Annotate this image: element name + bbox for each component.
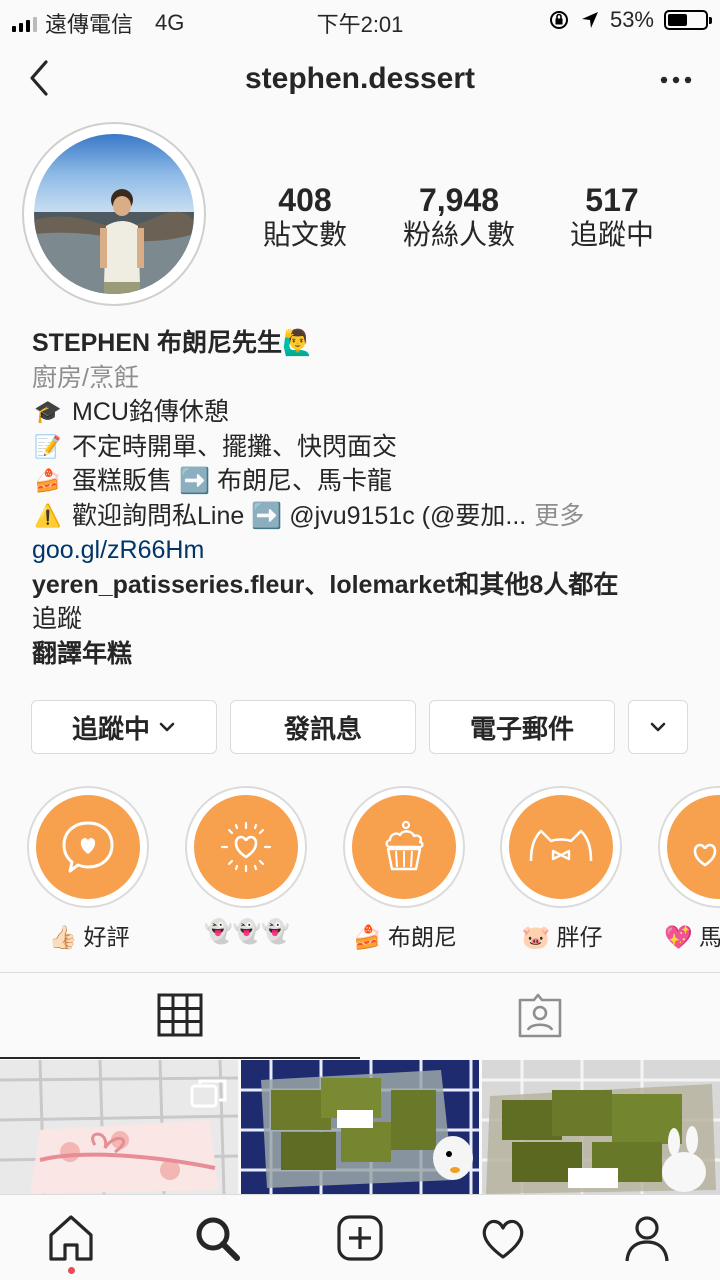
bio-line-text: MCU銘傳休憩 [72,398,229,426]
heart-sparkle-icon [220,821,272,873]
followed-by-line[interactable]: yeren_patisseries.fleur、lolemarket和其他8人都… [32,568,692,603]
new-post-icon[interactable] [335,1213,385,1263]
highlight-ghosts[interactable]: 👻👻👻 [185,786,309,945]
profile-avatar[interactable] [22,122,206,306]
home-icon[interactable] [46,1213,96,1263]
multiple-posts-icon [190,1079,227,1108]
hearts-icon [693,843,717,867]
bio-line: 🍰 蛋糕販售 ➡️ 布朗尼、馬卡龍 [32,464,692,499]
bio-line: 🎓 MCU銘傳休憩 [32,395,692,430]
posts-count: 408 [278,182,332,218]
following-stat[interactable]: 517 追蹤中 [527,182,697,252]
orientation-lock-icon [549,11,568,29]
warning-icon: ⚠️ [34,502,62,528]
highlight-label: 💖 馬 [664,924,720,950]
more-link[interactable]: 更多 [534,499,584,534]
following-button[interactable]: 追蹤中 [31,700,217,754]
page-title: stephen.dessert [244,62,476,95]
followers-count: 7,948 [418,182,500,218]
followed-by-line-2[interactable]: 追蹤 [32,602,692,637]
more-horizontal-icon[interactable] [656,62,696,98]
cake-icon: 🍰 [34,468,62,494]
profile-name: STEPHEN 布朗尼先生🙋‍♂️ [32,329,314,357]
bio-line: ⚠️ 歡迎詢問私Line ➡️ @jvu9151c (@要加... 更多 [32,499,692,534]
bio-line-text: 不定時開單、擺攤、快閃面交 [72,432,398,461]
translate-link[interactable]: 翻譯年糕 [32,637,692,672]
tagged-person-icon [518,993,562,1038]
profile-tabs [0,972,720,1059]
battery-icon [664,10,712,30]
search-icon[interactable] [192,1213,242,1263]
message-button[interactable]: 發訊息 [230,700,416,754]
highlight-macaron[interactable]: 💖 馬 [658,786,720,952]
posts-stat[interactable]: 408 貼文數 [220,182,390,252]
avatar-photo [34,134,194,294]
tab-grid[interactable] [0,973,360,1059]
email-button-label: 電子郵件 [469,713,574,744]
bottom-tab-bar [0,1194,720,1280]
profile-category: 廚房/烹飪 [32,363,139,392]
highlight-label: 👍🏻 好評 [48,924,130,950]
email-button[interactable]: 電子郵件 [429,700,615,754]
bio-line-text: 歡迎詢問私Line ➡️ @jvu9151c (@要加... [72,501,527,530]
followers-label: 粉絲人數 [402,219,515,250]
status-bar: 遠傳電信 4G 下午2:01 53% [0,0,720,40]
notification-dot [68,1267,75,1274]
cat-ears-icon [529,829,593,862]
bio-website-link[interactable]: goo.gl/zR66Hm [32,533,692,568]
highlight-label: 👻👻👻 [204,918,290,944]
bio-line-text: 蛋糕販售 ➡️ 布朗尼、馬卡龍 [72,467,393,495]
memo-icon: 📝 [34,433,62,459]
location-icon [581,12,598,28]
chevron-down-icon [650,722,666,732]
highlight-label: 🐷 胖仔 [521,924,603,950]
heart-icon[interactable] [478,1213,528,1263]
battery-percent: 53% [609,7,654,32]
profile-icon[interactable] [622,1213,672,1263]
highlight-brownie[interactable]: 🍰 布朗尼 [343,786,467,952]
grid-icon [157,993,203,1037]
highlight-label: 🍰 布朗尼 [352,924,458,950]
post-thumbnail[interactable] [0,1060,238,1194]
posts-label: 貼文數 [262,219,347,250]
profile-bio: STEPHEN 布朗尼先生🙋‍♂️ 廚房/烹飪 🎓 MCU銘傳休憩 📝 不定時開… [32,326,692,671]
suggested-accounts-button[interactable] [628,700,688,754]
tab-tagged[interactable] [360,973,720,1059]
post-thumbnail[interactable] [482,1060,720,1194]
message-button-label: 發訊息 [283,713,362,744]
following-label: 追蹤中 [569,219,654,250]
graduation-cap-icon: 🎓 [34,399,62,425]
heart-bubble-icon [62,821,114,873]
top-nav: stephen.dessert [0,48,720,114]
highlight-reviews[interactable]: 👍🏻 好評 [27,786,151,952]
following-count: 517 [585,182,639,218]
bio-line: 📝 不定時開單、擺攤、快閃面交 [32,430,692,465]
post-thumbnail[interactable] [241,1060,479,1194]
highlight-chubby[interactable]: 🐷 胖仔 [500,786,624,952]
followers-stat[interactable]: 7,948 粉絲人數 [374,182,544,252]
cupcake-icon [385,820,424,871]
post-grid [0,1060,720,1194]
following-button-label: 追蹤中 [71,713,150,744]
chevron-down-icon [159,722,175,732]
